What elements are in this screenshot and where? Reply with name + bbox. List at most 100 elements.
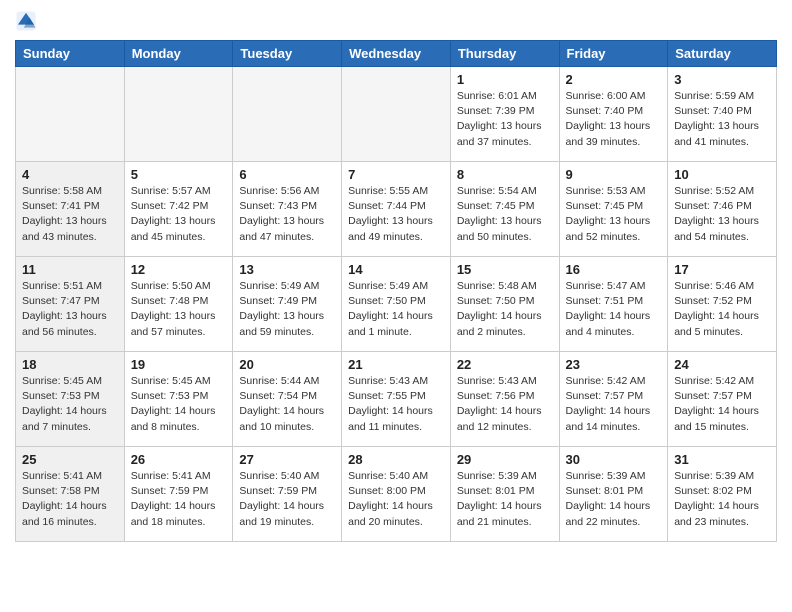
day-number: 30 (566, 452, 662, 467)
calendar-cell: 5Sunrise: 5:57 AM Sunset: 7:42 PM Daylig… (124, 162, 233, 257)
calendar-cell: 26 Sunrise: 5:41 AM Sunset: 7:59 PM Dayli… (124, 447, 233, 542)
day-number: 17 (674, 262, 770, 277)
calendar-cell: 18Sunrise: 5:45 AM Sunset: 7:53 PM Dayli… (16, 352, 125, 447)
cell-info: Sunrise: 5:39 AM Sunset: 8:02 PM Dayligh… (674, 469, 770, 530)
cell-info: Sunrise: 5:42 AM Sunset: 7:57 PM Dayligh… (566, 374, 662, 435)
cell-info: Sunrise: 5:53 AM Sunset: 7:45 PM Dayligh… (566, 184, 662, 245)
calendar-cell: 28 Sunrise: 5:40 AM Sunset: 8:00 PM Dayli… (342, 447, 451, 542)
header (15, 10, 777, 32)
calendar-cell: 20Sunrise: 5:44 AM Sunset: 7:54 PM Dayli… (233, 352, 342, 447)
cell-info: Sunrise: 5:40 AM Sunset: 8:00 PM Dayligh… (348, 469, 444, 530)
cell-info: Sunrise: 5:45 AM Sunset: 7:53 PM Dayligh… (131, 374, 227, 435)
calendar-cell: 4Sunrise: 5:58 AM Sunset: 7:41 PM Daylig… (16, 162, 125, 257)
cell-info: Sunrise: 5:43 AM Sunset: 7:55 PM Dayligh… (348, 374, 444, 435)
calendar-cell: 9 Sunrise: 5:53 AM Sunset: 7:45 PM Daylig… (559, 162, 668, 257)
cell-info: Sunrise: 6:01 AM Sunset: 7:39 PM Dayligh… (457, 89, 553, 150)
weekday-header-saturday: Saturday (668, 41, 777, 67)
calendar-cell: 10 Sunrise: 5:52 AM Sunset: 7:46 PM Dayli… (668, 162, 777, 257)
cell-info: Sunrise: 5:49 AM Sunset: 7:50 PM Dayligh… (348, 279, 444, 340)
calendar-cell: 31 Sunrise: 5:39 AM Sunset: 8:02 PM Dayli… (668, 447, 777, 542)
cell-info: Sunrise: 5:43 AM Sunset: 7:56 PM Dayligh… (457, 374, 553, 435)
calendar-cell: 17 Sunrise: 5:46 AM Sunset: 7:52 PM Dayli… (668, 257, 777, 352)
calendar-cell: 2 Sunrise: 6:00 AM Sunset: 7:40 PM Daylig… (559, 67, 668, 162)
day-number: 9 (566, 167, 662, 182)
day-number: 21 (348, 357, 444, 372)
weekday-header-thursday: Thursday (450, 41, 559, 67)
week-row-5: 25 Sunrise: 5:41 AM Sunset: 7:58 PM Dayli… (16, 447, 777, 542)
calendar-cell: 3Sunrise: 5:59 AM Sunset: 7:40 PM Daylig… (668, 67, 777, 162)
cell-info: Sunrise: 5:39 AM Sunset: 8:01 PM Dayligh… (457, 469, 553, 530)
calendar-cell: 19 Sunrise: 5:45 AM Sunset: 7:53 PM Dayli… (124, 352, 233, 447)
cell-info: Sunrise: 5:40 AM Sunset: 7:59 PM Dayligh… (239, 469, 335, 530)
cell-info: Sunrise: 5:42 AM Sunset: 7:57 PM Dayligh… (674, 374, 770, 435)
calendar-cell: 11 Sunrise: 5:51 AM Sunset: 7:47 PM Dayli… (16, 257, 125, 352)
calendar-cell: 12 Sunrise: 5:50 AM Sunset: 7:48 PM Dayli… (124, 257, 233, 352)
cell-info: Sunrise: 5:59 AM Sunset: 7:40 PM Dayligh… (674, 89, 770, 150)
cell-info: Sunrise: 5:56 AM Sunset: 7:43 PM Dayligh… (239, 184, 335, 245)
day-number: 10 (674, 167, 770, 182)
day-number: 7 (348, 167, 444, 182)
day-number: 1 (457, 72, 553, 87)
cell-info: Sunrise: 6:00 AM Sunset: 7:40 PM Dayligh… (566, 89, 662, 150)
cell-info: Sunrise: 5:39 AM Sunset: 8:01 PM Dayligh… (566, 469, 662, 530)
calendar-cell (124, 67, 233, 162)
cell-info: Sunrise: 5:46 AM Sunset: 7:52 PM Dayligh… (674, 279, 770, 340)
day-number: 18 (22, 357, 118, 372)
day-number: 28 (348, 452, 444, 467)
cell-info: Sunrise: 5:51 AM Sunset: 7:47 PM Dayligh… (22, 279, 118, 340)
cell-info: Sunrise: 5:41 AM Sunset: 7:58 PM Dayligh… (22, 469, 118, 530)
calendar-cell: 27 Sunrise: 5:40 AM Sunset: 7:59 PM Dayli… (233, 447, 342, 542)
cell-info: Sunrise: 5:47 AM Sunset: 7:51 PM Dayligh… (566, 279, 662, 340)
weekday-header-tuesday: Tuesday (233, 41, 342, 67)
day-number: 15 (457, 262, 553, 277)
week-row-3: 11 Sunrise: 5:51 AM Sunset: 7:47 PM Dayli… (16, 257, 777, 352)
week-row-1: 1 Sunrise: 6:01 AM Sunset: 7:39 PM Daylig… (16, 67, 777, 162)
day-number: 24 (674, 357, 770, 372)
day-number: 11 (22, 262, 118, 277)
week-row-4: 18 Sunrise: 5:45 AM Sunset: 7:53 PM Dayli… (16, 352, 777, 447)
calendar-cell: 29 Sunrise: 5:39 AM Sunset: 8:01 PM Dayli… (450, 447, 559, 542)
cell-info: Sunrise: 5:50 AM Sunset: 7:48 PM Dayligh… (131, 279, 227, 340)
day-number: 8 (457, 167, 553, 182)
calendar-cell: 7 Sunrise: 5:55 AM Sunset: 7:44 PM Daylig… (342, 162, 451, 257)
cell-info: Sunrise: 5:57 AM Sunset: 7:42 PM Dayligh… (131, 184, 227, 245)
logo-icon (15, 10, 37, 32)
weekday-header-monday: Monday (124, 41, 233, 67)
week-row-2: 4Sunrise: 5:58 AM Sunset: 7:41 PM Daylig… (16, 162, 777, 257)
weekday-header-friday: Friday (559, 41, 668, 67)
day-number: 2 (566, 72, 662, 87)
day-number: 31 (674, 452, 770, 467)
calendar-cell: 8Sunrise: 5:54 AM Sunset: 7:45 PM Daylig… (450, 162, 559, 257)
calendar-cell: 14 Sunrise: 5:49 AM Sunset: 7:50 PM Dayli… (342, 257, 451, 352)
day-number: 14 (348, 262, 444, 277)
day-number: 16 (566, 262, 662, 277)
cell-info: Sunrise: 5:41 AM Sunset: 7:59 PM Dayligh… (131, 469, 227, 530)
calendar-table: SundayMondayTuesdayWednesdayThursdayFrid… (15, 40, 777, 542)
day-number: 6 (239, 167, 335, 182)
day-number: 19 (131, 357, 227, 372)
cell-info: Sunrise: 5:44 AM Sunset: 7:54 PM Dayligh… (239, 374, 335, 435)
day-number: 29 (457, 452, 553, 467)
cell-info: Sunrise: 5:48 AM Sunset: 7:50 PM Dayligh… (457, 279, 553, 340)
cell-info: Sunrise: 5:55 AM Sunset: 7:44 PM Dayligh… (348, 184, 444, 245)
cell-info: Sunrise: 5:52 AM Sunset: 7:46 PM Dayligh… (674, 184, 770, 245)
day-number: 22 (457, 357, 553, 372)
calendar-cell: 6 Sunrise: 5:56 AM Sunset: 7:43 PM Daylig… (233, 162, 342, 257)
day-number: 23 (566, 357, 662, 372)
calendar-cell: 22 Sunrise: 5:43 AM Sunset: 7:56 PM Dayli… (450, 352, 559, 447)
day-number: 26 (131, 452, 227, 467)
weekday-header-row: SundayMondayTuesdayWednesdayThursdayFrid… (16, 41, 777, 67)
calendar-cell: 16 Sunrise: 5:47 AM Sunset: 7:51 PM Dayli… (559, 257, 668, 352)
calendar-body: 1 Sunrise: 6:01 AM Sunset: 7:39 PM Daylig… (16, 67, 777, 542)
day-number: 4 (22, 167, 118, 182)
day-number: 12 (131, 262, 227, 277)
cell-info: Sunrise: 5:49 AM Sunset: 7:49 PM Dayligh… (239, 279, 335, 340)
logo (15, 10, 41, 32)
day-number: 27 (239, 452, 335, 467)
weekday-header-sunday: Sunday (16, 41, 125, 67)
weekday-header-wednesday: Wednesday (342, 41, 451, 67)
day-number: 13 (239, 262, 335, 277)
calendar-cell: 13 Sunrise: 5:49 AM Sunset: 7:49 PM Dayli… (233, 257, 342, 352)
calendar-cell: 21 Sunrise: 5:43 AM Sunset: 7:55 PM Dayli… (342, 352, 451, 447)
day-number: 25 (22, 452, 118, 467)
